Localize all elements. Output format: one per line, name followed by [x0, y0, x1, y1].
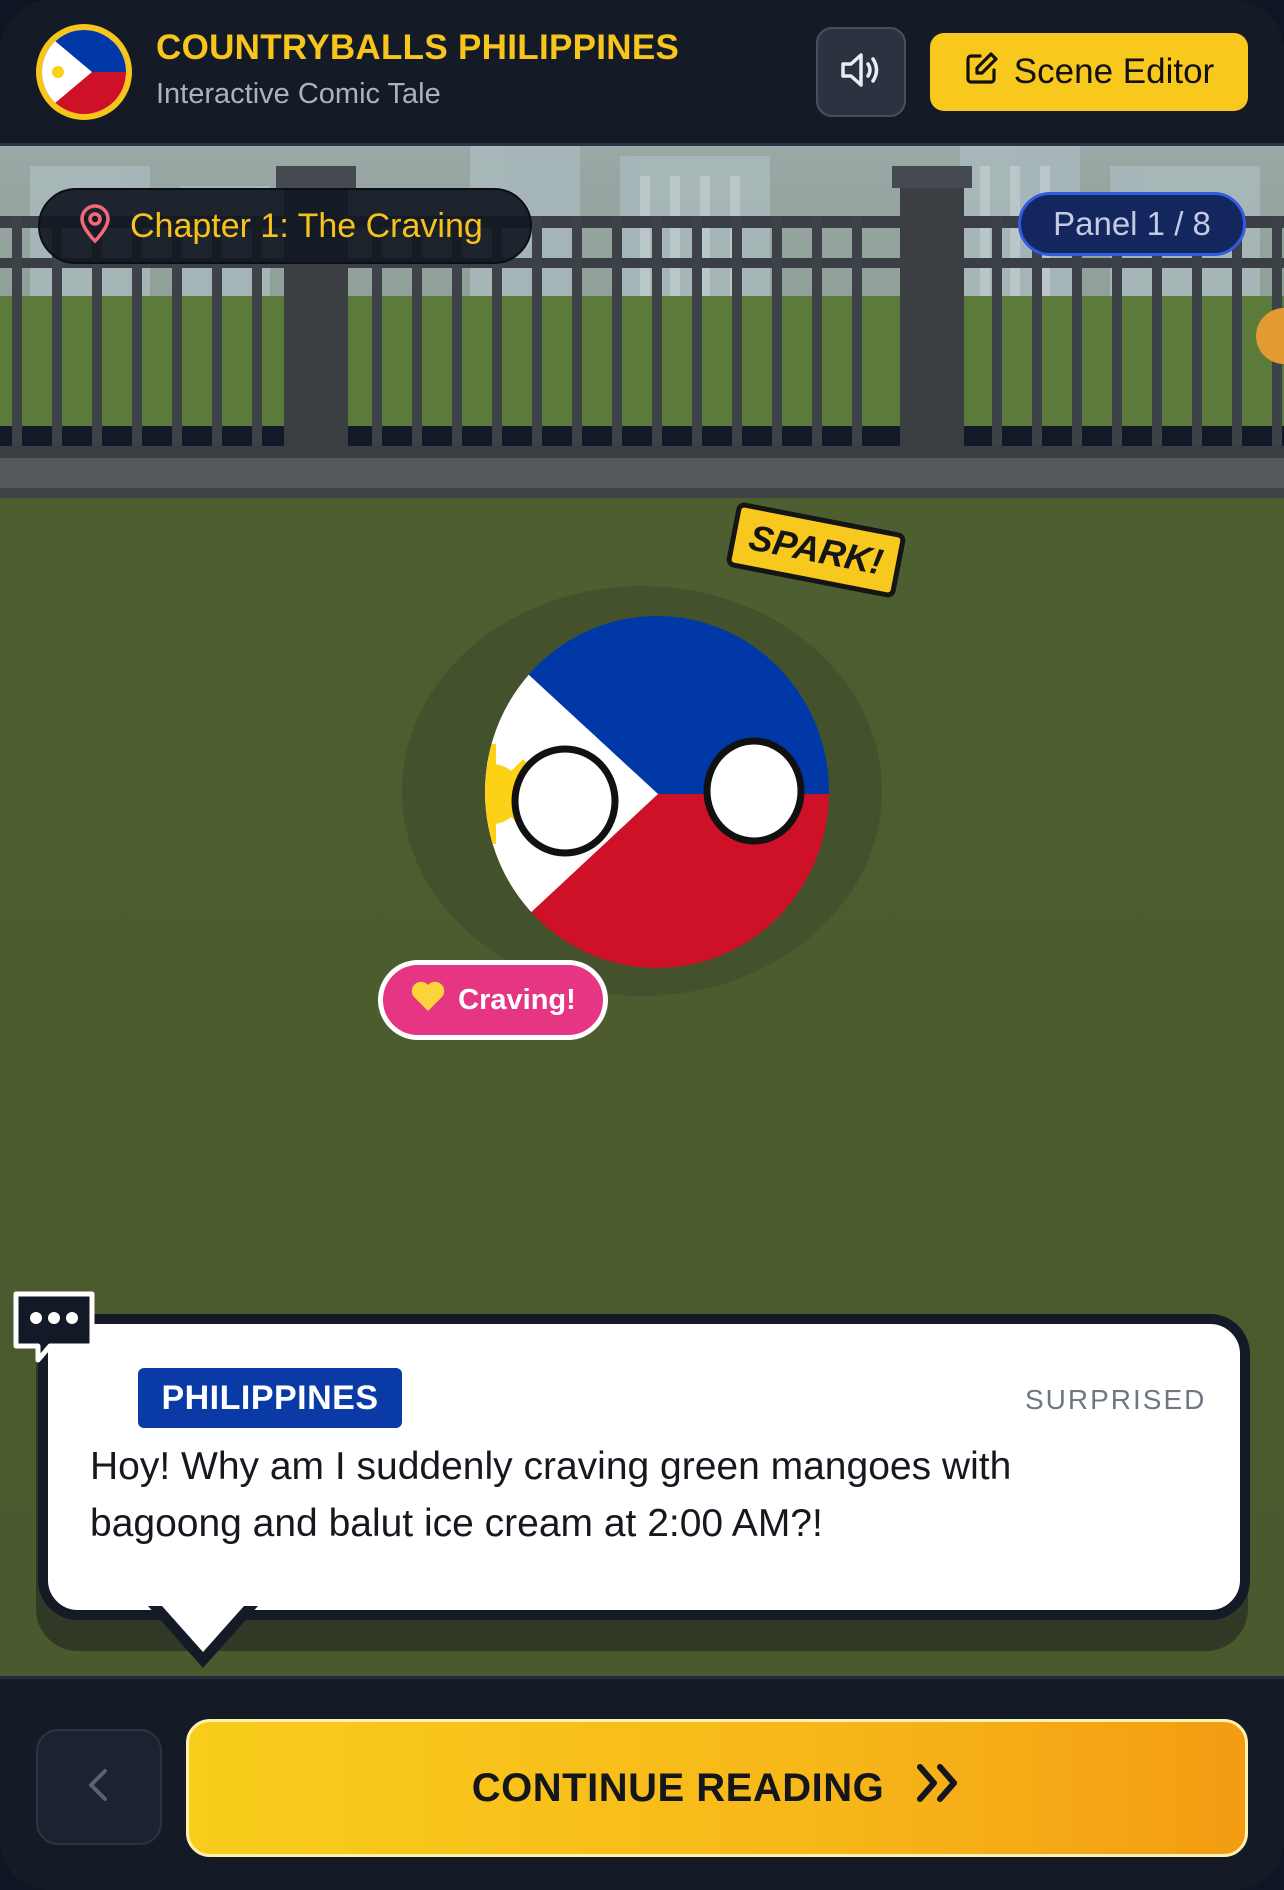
chapter-title: Chapter 1: The Craving	[130, 206, 483, 245]
app-title: COUNTRYBALLS PHILIPPINES	[156, 28, 680, 67]
mood-badge: Craving!	[378, 960, 608, 1040]
sound-toggle-button[interactable]	[816, 27, 906, 117]
continue-reading-button[interactable]: CONTINUE READING	[186, 1719, 1248, 1857]
chevron-left-icon	[85, 1765, 113, 1810]
continue-reading-label: CONTINUE READING	[471, 1765, 885, 1810]
philippines-countryball[interactable]	[452, 614, 832, 974]
heart-icon	[410, 980, 446, 1020]
bottom-navigation: CONTINUE READING	[0, 1676, 1284, 1890]
chapter-indicator: Chapter 1: The Craving	[38, 188, 532, 264]
app-subtitle: Interactive Comic Tale	[156, 78, 441, 110]
speaker-name-tag: PHILIPPINES	[138, 1368, 402, 1428]
previous-panel-button[interactable]	[36, 1729, 162, 1845]
philippines-flag-logo	[36, 24, 132, 120]
edit-icon	[964, 50, 1000, 95]
dialog-tail	[148, 1606, 258, 1668]
double-chevron-right-icon	[914, 1761, 962, 1815]
map-pin-icon	[78, 203, 112, 249]
dialog-text: Hoy! Why am I suddenly craving green man…	[90, 1445, 1012, 1545]
panel-counter: Panel 1 / 8	[1018, 192, 1246, 256]
speaker-volume-icon	[839, 50, 883, 95]
speech-bubble-icon	[10, 1288, 98, 1366]
mood-label: Craving!	[458, 983, 576, 1016]
top-header: COUNTRYBALLS PHILIPPINES Interactive Com…	[0, 0, 1284, 146]
scene-editor-button[interactable]: Scene Editor	[930, 33, 1248, 111]
app-window: COUNTRYBALLS PHILIPPINES Interactive Com…	[0, 0, 1284, 1890]
speaker-emotion: SURPRISED	[1025, 1384, 1207, 1415]
scene-editor-label: Scene Editor	[1013, 52, 1215, 91]
